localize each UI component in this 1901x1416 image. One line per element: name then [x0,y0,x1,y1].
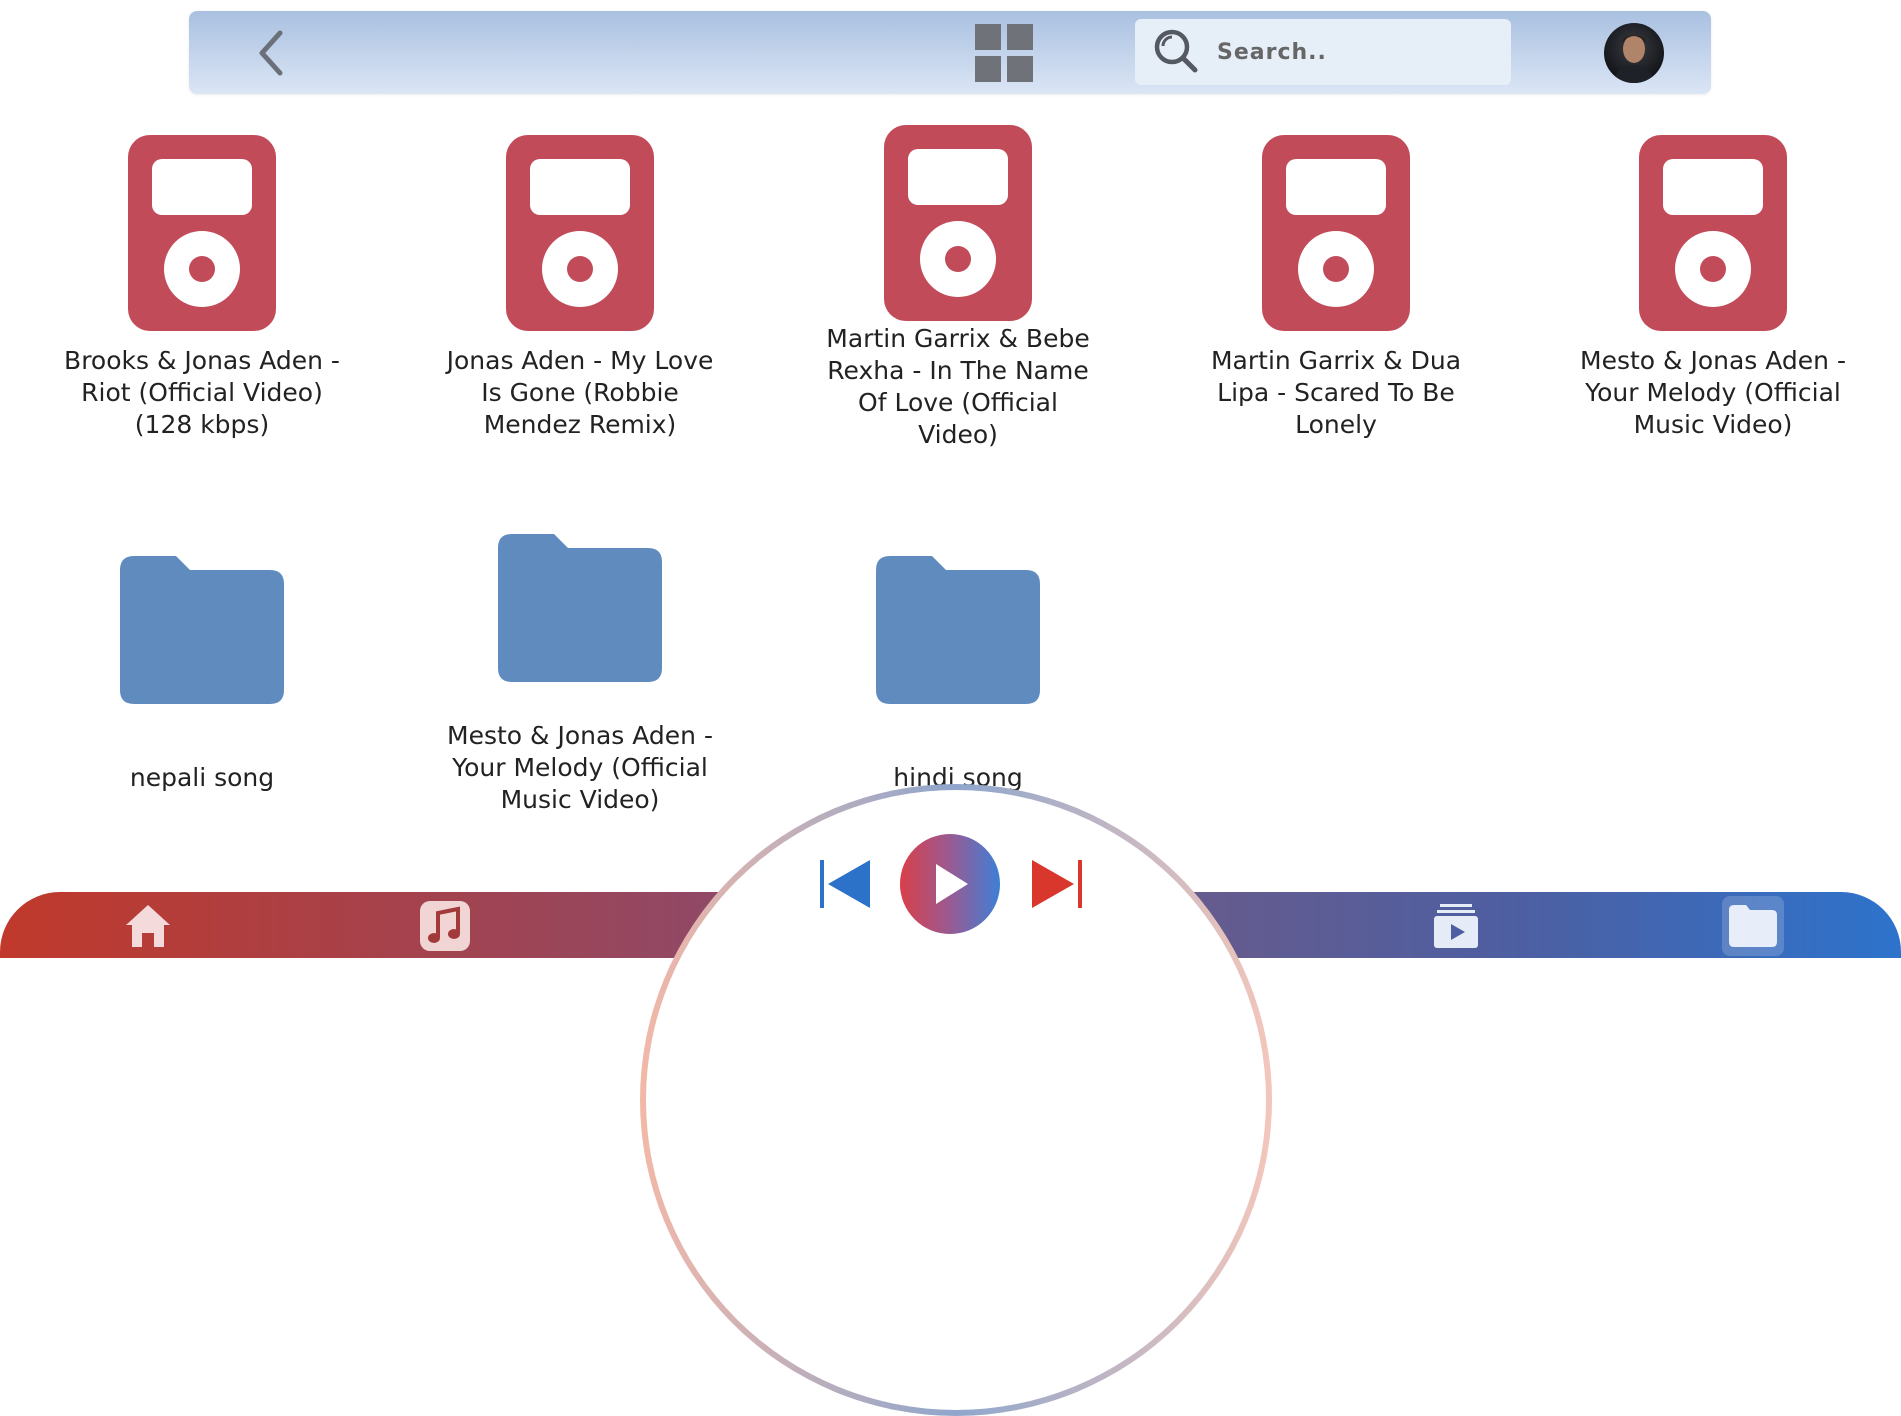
folder-icon [120,556,284,704]
home-icon [126,905,170,947]
home-button[interactable] [122,900,174,952]
play-icon [936,864,968,904]
folder-icon [1729,905,1777,947]
music-player-icon [1639,135,1787,331]
grid-view-icon [975,24,1033,82]
playlist-button[interactable] [1430,900,1482,952]
folder-icon [498,534,662,682]
user-photo [1614,35,1654,83]
folder-title: Mesto & Jonas Aden - Your Melody (Offici… [447,721,713,814]
music-file-item[interactable]: Brooks & Jonas Aden - Riot (Official Vid… [57,135,347,441]
search-input[interactable] [1215,38,1499,66]
previous-button[interactable] [818,856,874,912]
folder-title: nepali song [129,763,275,792]
folders-button[interactable] [1722,896,1784,956]
folder-item[interactable]: Mesto & Jonas Aden - Your Melody (Offici… [435,534,725,816]
play-button[interactable] [900,834,1000,934]
music-library-button[interactable] [419,900,471,952]
playlist-video-icon [1434,904,1478,948]
avatar[interactable] [1604,23,1664,83]
music-player-icon [884,125,1032,321]
music-player-icon [506,135,654,331]
next-button[interactable] [1028,856,1084,912]
music-file-item[interactable]: Mesto & Jonas Aden - Your Melody (Offici… [1568,135,1858,441]
file-title: Mesto & Jonas Aden - Your Melody (Offici… [1580,346,1846,439]
skip-next-icon [1032,860,1082,908]
file-title: Martin Garrix & Bebe Rexha - In The Name… [826,324,1090,449]
music-file-item[interactable]: Jonas Aden - My Love Is Gone (Robbie Men… [435,135,725,441]
music-file-item[interactable]: Martin Garrix & Bebe Rexha - In The Name… [813,125,1103,451]
back-button[interactable] [251,29,291,77]
skip-previous-icon [820,860,870,908]
top-bar [189,11,1711,94]
music-player-icon [1262,135,1410,331]
music-player-icon [128,135,276,331]
music-note-icon [420,901,470,951]
file-title: Jonas Aden - My Love Is Gone (Robbie Men… [446,346,714,439]
search-box[interactable] [1135,19,1511,85]
chevron-left-icon [259,30,283,76]
music-file-item[interactable]: Martin Garrix & Dua Lipa - Scared To Be … [1191,135,1481,441]
search-icon [1154,29,1198,73]
grid-view-button[interactable] [975,24,1033,82]
file-title: Martin Garrix & Dua Lipa - Scared To Be … [1210,346,1462,439]
folder-item[interactable]: nepali song [57,556,347,794]
folder-icon [876,556,1040,704]
file-title: Brooks & Jonas Aden - Riot (Official Vid… [64,346,340,439]
folder-item[interactable]: hindi song [813,556,1103,794]
